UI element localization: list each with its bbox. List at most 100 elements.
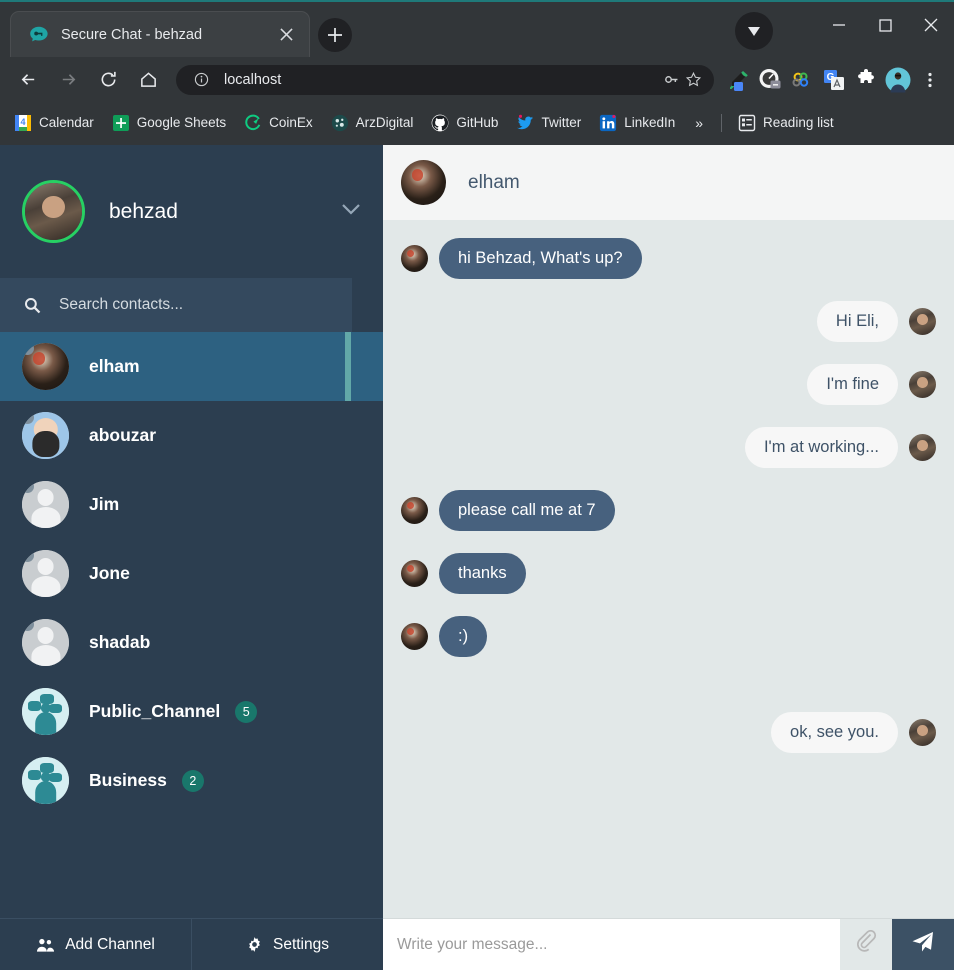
- search-contacts-box[interactable]: [0, 278, 352, 332]
- colorpicker-rings-icon[interactable]: [789, 67, 815, 93]
- bookmark-label: Twitter: [541, 115, 582, 130]
- message-input-wrapper[interactable]: [383, 919, 840, 970]
- coinex-icon: [244, 114, 262, 132]
- star-icon[interactable]: [682, 69, 704, 91]
- current-user-header[interactable]: behzad: [0, 145, 383, 278]
- settings-button[interactable]: Settings: [192, 919, 383, 970]
- add-channel-label: Add Channel: [65, 935, 155, 953]
- contact-item-jone[interactable]: Jone: [0, 539, 383, 608]
- bookmark-calendar[interactable]: 4 Calendar: [8, 111, 100, 135]
- avatar: [401, 623, 428, 650]
- window-close-button[interactable]: [908, 2, 954, 48]
- attach-file-button[interactable]: [840, 919, 892, 970]
- bookmark-arzdigital[interactable]: ArzDigital: [325, 111, 420, 135]
- bookmark-google-sheets[interactable]: Google Sheets: [106, 111, 232, 135]
- contact-item-jim[interactable]: Jim: [0, 470, 383, 539]
- gear-icon: [246, 936, 263, 953]
- address-bar[interactable]: localhost: [176, 64, 714, 95]
- message-bubble: :): [439, 616, 488, 657]
- bookmark-twitter[interactable]: Twitter: [510, 111, 587, 135]
- message-bubble: please call me at 7: [439, 490, 615, 531]
- contact-name: Public_Channel: [89, 701, 221, 721]
- avatar: [22, 412, 69, 459]
- group-avatar: [22, 688, 69, 735]
- contact-item-abouzar[interactable]: abouzar: [0, 401, 383, 470]
- message-list: hi Behzad, What's up? Hi Eli, I'm fine I…: [383, 220, 954, 918]
- avatar: [401, 160, 446, 205]
- search-icon: [24, 297, 41, 314]
- message-row: Hi Eli,: [401, 301, 936, 342]
- search-row: [0, 278, 383, 332]
- browser-chrome: Secure Chat - behzad localhost G 4 Calen…: [0, 0, 954, 145]
- bookmarks-bar: 4 Calendar Google Sheets CoinEx ArzDigit…: [0, 102, 954, 143]
- reading-list-label: Reading list: [763, 115, 834, 130]
- bookmarks-overflow-button[interactable]: »: [687, 115, 711, 131]
- browser-toolbar: localhost G: [0, 57, 954, 102]
- avatar: [22, 550, 69, 597]
- message-input[interactable]: [397, 935, 826, 954]
- address-bar-url: localhost: [224, 71, 282, 88]
- maximize-button[interactable]: [862, 2, 908, 48]
- reading-list-button[interactable]: Reading list: [732, 111, 840, 135]
- contact-name: Jone: [89, 563, 130, 583]
- three-dots-menu-icon[interactable]: [917, 67, 943, 93]
- contact-item-shadab[interactable]: shadab: [0, 608, 383, 677]
- group-avatar: [22, 757, 69, 804]
- avatar: [909, 719, 936, 746]
- contact-item-public-channel[interactable]: Public_Channel 5: [0, 677, 383, 746]
- bookmark-coinex[interactable]: CoinEx: [238, 111, 319, 135]
- message-row: I'm at working...: [401, 427, 936, 468]
- avatar: [22, 343, 69, 390]
- puzzle-icon[interactable]: [853, 67, 879, 93]
- chat-header: elham: [383, 145, 954, 220]
- minimize-button[interactable]: [816, 2, 862, 48]
- bookmark-github[interactable]: GitHub: [425, 111, 504, 135]
- message-bubble: I'm at working...: [744, 427, 898, 468]
- google-translate-icon[interactable]: G: [821, 67, 847, 93]
- reload-icon[interactable]: [93, 65, 123, 95]
- message-row: ok, see you.: [401, 712, 936, 753]
- chat-panel: elham hi Behzad, What's up? Hi Eli, I'm …: [383, 145, 954, 970]
- sidebar: behzad elham abouzar: [0, 145, 383, 970]
- message-row: please call me at 7: [401, 490, 936, 531]
- profile-chip-button[interactable]: [735, 12, 773, 50]
- avatar: [401, 560, 428, 587]
- contact-item-elham[interactable]: elham: [0, 332, 383, 401]
- browser-tab[interactable]: Secure Chat - behzad: [10, 11, 310, 57]
- add-channel-button[interactable]: Add Channel: [0, 919, 192, 970]
- bookmark-label: GitHub: [456, 115, 499, 130]
- sheets-icon: [112, 114, 130, 132]
- twitter-icon: [516, 114, 534, 132]
- reading-list-icon: [738, 114, 756, 132]
- arrow-left-icon[interactable]: [13, 65, 43, 95]
- speedometer-icon[interactable]: [757, 67, 783, 93]
- calendar-icon: 4: [14, 114, 32, 132]
- home-icon[interactable]: [133, 65, 163, 95]
- avatar: [909, 371, 936, 398]
- unread-badge: 5: [235, 700, 258, 723]
- search-input[interactable]: [59, 296, 352, 314]
- send-message-button[interactable]: [892, 919, 954, 970]
- close-icon[interactable]: [273, 22, 299, 48]
- extensions-area: G: [722, 67, 946, 93]
- avatar: [22, 180, 85, 243]
- message-row: I'm fine: [401, 364, 936, 405]
- tab-strip: Secure Chat - behzad: [0, 2, 954, 57]
- message-row: thanks: [401, 553, 936, 594]
- message-bubble: thanks: [439, 553, 526, 594]
- chat-key-icon: [27, 24, 49, 46]
- arrow-right-icon[interactable]: [53, 65, 83, 95]
- info-circle-icon[interactable]: [190, 69, 212, 91]
- message-bubble: hi Behzad, What's up?: [439, 238, 642, 279]
- avatar: [22, 619, 69, 666]
- key-icon[interactable]: [660, 69, 682, 91]
- paperclip-icon: [855, 929, 877, 959]
- eyedropper-icon[interactable]: [725, 67, 751, 93]
- profile-avatar-icon[interactable]: [885, 67, 911, 93]
- contact-item-business[interactable]: Business 2: [0, 746, 383, 815]
- bookmark-label: ArzDigital: [355, 115, 414, 130]
- bookmark-linkedin[interactable]: LinkedIn: [593, 111, 681, 135]
- new-tab-button[interactable]: [318, 18, 352, 52]
- tab-title: Secure Chat - behzad: [61, 26, 203, 43]
- chevron-down-icon[interactable]: [341, 203, 361, 221]
